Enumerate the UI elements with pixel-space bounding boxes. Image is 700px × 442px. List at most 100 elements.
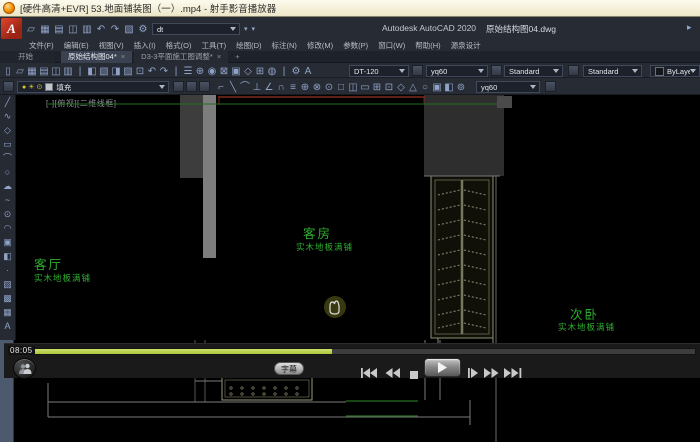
snap-icon[interactable]: ⊞	[372, 81, 382, 94]
arc-icon[interactable]: ⌒	[0, 151, 16, 165]
snap-icon[interactable]: △	[408, 81, 418, 94]
rectangle-icon[interactable]: ▭	[0, 137, 16, 151]
revision-cloud-icon[interactable]: ☁	[0, 179, 16, 193]
search-icon[interactable]: ▸	[687, 22, 692, 33]
options-icon[interactable]: ⚙	[291, 65, 301, 78]
menu-item[interactable]: 绘图(D)	[231, 40, 266, 51]
snap-icon[interactable]: ◇	[396, 81, 406, 94]
redo-icon[interactable]: ↷	[110, 23, 120, 36]
plot-icon[interactable]: ▥	[82, 23, 92, 36]
orbit-icon[interactable]: ◉	[207, 65, 217, 78]
viewports-icon[interactable]: ⊠	[219, 65, 229, 78]
stop-button[interactable]	[410, 367, 418, 382]
mleader-style-dropdown[interactable]: Standard	[583, 65, 642, 77]
text-style-dropdown-2[interactable]: yq60	[476, 81, 540, 93]
close-tab-icon[interactable]: ×	[217, 51, 221, 63]
snap-icon[interactable]: ∠	[264, 81, 274, 94]
layer-properties-icon[interactable]	[3, 81, 14, 92]
seek-bar[interactable]	[34, 348, 696, 355]
ellipse-arc-icon[interactable]: ◠	[0, 221, 16, 235]
spline-icon[interactable]: ~	[0, 193, 16, 207]
save-icon[interactable]: ▦	[27, 65, 37, 78]
sheetset-icon[interactable]: ◇	[243, 65, 253, 78]
cut-icon[interactable]: ◧	[87, 65, 97, 78]
layer-state-icon[interactable]	[173, 81, 184, 92]
polyline-icon[interactable]: ∿	[0, 109, 16, 123]
snap-icon[interactable]: □	[336, 81, 346, 94]
play-button[interactable]	[424, 358, 461, 377]
next-button[interactable]	[504, 366, 522, 381]
menu-item[interactable]: 文件(F)	[24, 40, 59, 51]
tab-start[interactable]: 开始	[0, 51, 55, 63]
snap-icon[interactable]: ⊡	[384, 81, 394, 94]
sun-icon[interactable]: ☀	[28, 83, 34, 91]
snap-icon[interactable]: ◫	[348, 81, 358, 94]
layer-lock-icon[interactable]	[199, 81, 210, 92]
calculator-icon[interactable]: ⊞	[255, 65, 265, 78]
separator[interactable]: |	[75, 65, 85, 78]
materials-icon[interactable]: ◍	[267, 65, 277, 78]
chevron-down-icon[interactable]: ▾	[252, 25, 256, 33]
menu-item[interactable]: 格式(O)	[161, 40, 197, 51]
undo-icon[interactable]: ↶	[147, 65, 157, 78]
snap-icon[interactable]: ╲	[228, 81, 238, 94]
table-icon[interactable]: ▦	[0, 305, 16, 319]
save-as-icon[interactable]: ▤	[54, 23, 64, 36]
video-area[interactable]: A ▱▦▤◫▥↶↷▧⚙ dt ▾ ▾ Autodesk AutoCAD 2020…	[0, 17, 700, 442]
autocad-logo[interactable]: A	[1, 18, 22, 39]
text-style-icon[interactable]: A	[303, 65, 313, 78]
circle-icon[interactable]: ○	[0, 165, 16, 179]
menu-item[interactable]: 视图(V)	[94, 40, 129, 51]
insert-block-icon[interactable]: ▣	[0, 235, 16, 249]
match-properties-icon[interactable]: ▨	[123, 65, 133, 78]
gear-icon[interactable]: ⚙	[138, 23, 148, 36]
line-icon[interactable]: ╱	[0, 95, 16, 109]
create-block-icon[interactable]: ◧	[0, 249, 16, 263]
separator[interactable]: |	[171, 65, 181, 78]
layer-freeze-icon[interactable]	[186, 81, 197, 92]
lock-icon[interactable]: ⊙	[37, 83, 43, 91]
polygon-icon[interactable]: ◇	[0, 123, 16, 137]
previous-button[interactable]	[360, 366, 378, 381]
gradient-icon[interactable]: ▩	[0, 291, 16, 305]
snap-icon[interactable]: ⌐	[216, 81, 226, 94]
menu-item[interactable]: 编辑(E)	[59, 40, 94, 51]
menu-item[interactable]: 插入(I)	[129, 40, 161, 51]
dim-style-icon[interactable]	[412, 65, 423, 76]
snap-icon[interactable]: ⊕	[300, 81, 310, 94]
frame-step-button[interactable]	[467, 366, 479, 381]
sharing-button[interactable]	[13, 358, 36, 379]
pan-icon[interactable]: ☰	[183, 65, 193, 78]
new-icon[interactable]: ▯	[3, 65, 13, 78]
workspace-dropdown[interactable]: dt	[152, 23, 240, 35]
menu-item[interactable]: 窗口(W)	[373, 40, 410, 51]
undo-icon[interactable]: ↶	[96, 23, 106, 36]
snap-icon[interactable]: ⊥	[252, 81, 262, 94]
zoom-icon[interactable]: ⊕	[195, 65, 205, 78]
snap-icon[interactable]: ▭	[360, 81, 370, 94]
text-style-dropdown[interactable]: yq60	[426, 65, 488, 77]
export-icon[interactable]: ◫	[68, 23, 78, 36]
plot-icon[interactable]: ▤	[39, 65, 49, 78]
snap-icon[interactable]: ⊗	[312, 81, 322, 94]
dim-style-dropdown[interactable]: DT-120	[349, 65, 409, 77]
menu-item[interactable]: 帮助(H)	[410, 40, 445, 51]
menu-item[interactable]: 参数(P)	[338, 40, 373, 51]
paste-icon[interactable]: ◨	[111, 65, 121, 78]
open-folder-icon[interactable]: ▱	[26, 23, 36, 36]
tab-document-2[interactable]: D3-3平面施工图调整* ×	[134, 51, 228, 63]
open-icon[interactable]: ▱	[15, 65, 25, 78]
table-style-dropdown[interactable]: Standard	[504, 65, 563, 77]
edit-text-icon[interactable]	[545, 81, 556, 92]
menu-item[interactable]: 修改(M)	[302, 40, 338, 51]
snap-icon[interactable]: ⌒	[240, 81, 250, 94]
snap-icon[interactable]: ○	[420, 81, 430, 94]
multiline-text-icon[interactable]: A	[0, 319, 16, 333]
new-tab-button[interactable]: +	[230, 51, 248, 63]
mleader-style-icon[interactable]	[568, 65, 579, 76]
tab-document-1[interactable]: 原始结构图04* ×	[61, 51, 132, 63]
save-icon[interactable]: ▦	[40, 23, 50, 36]
block-editor-icon[interactable]: ⊡	[135, 65, 145, 78]
subtitle-button[interactable]: 字幕	[274, 362, 304, 375]
separator[interactable]: |	[279, 65, 289, 78]
